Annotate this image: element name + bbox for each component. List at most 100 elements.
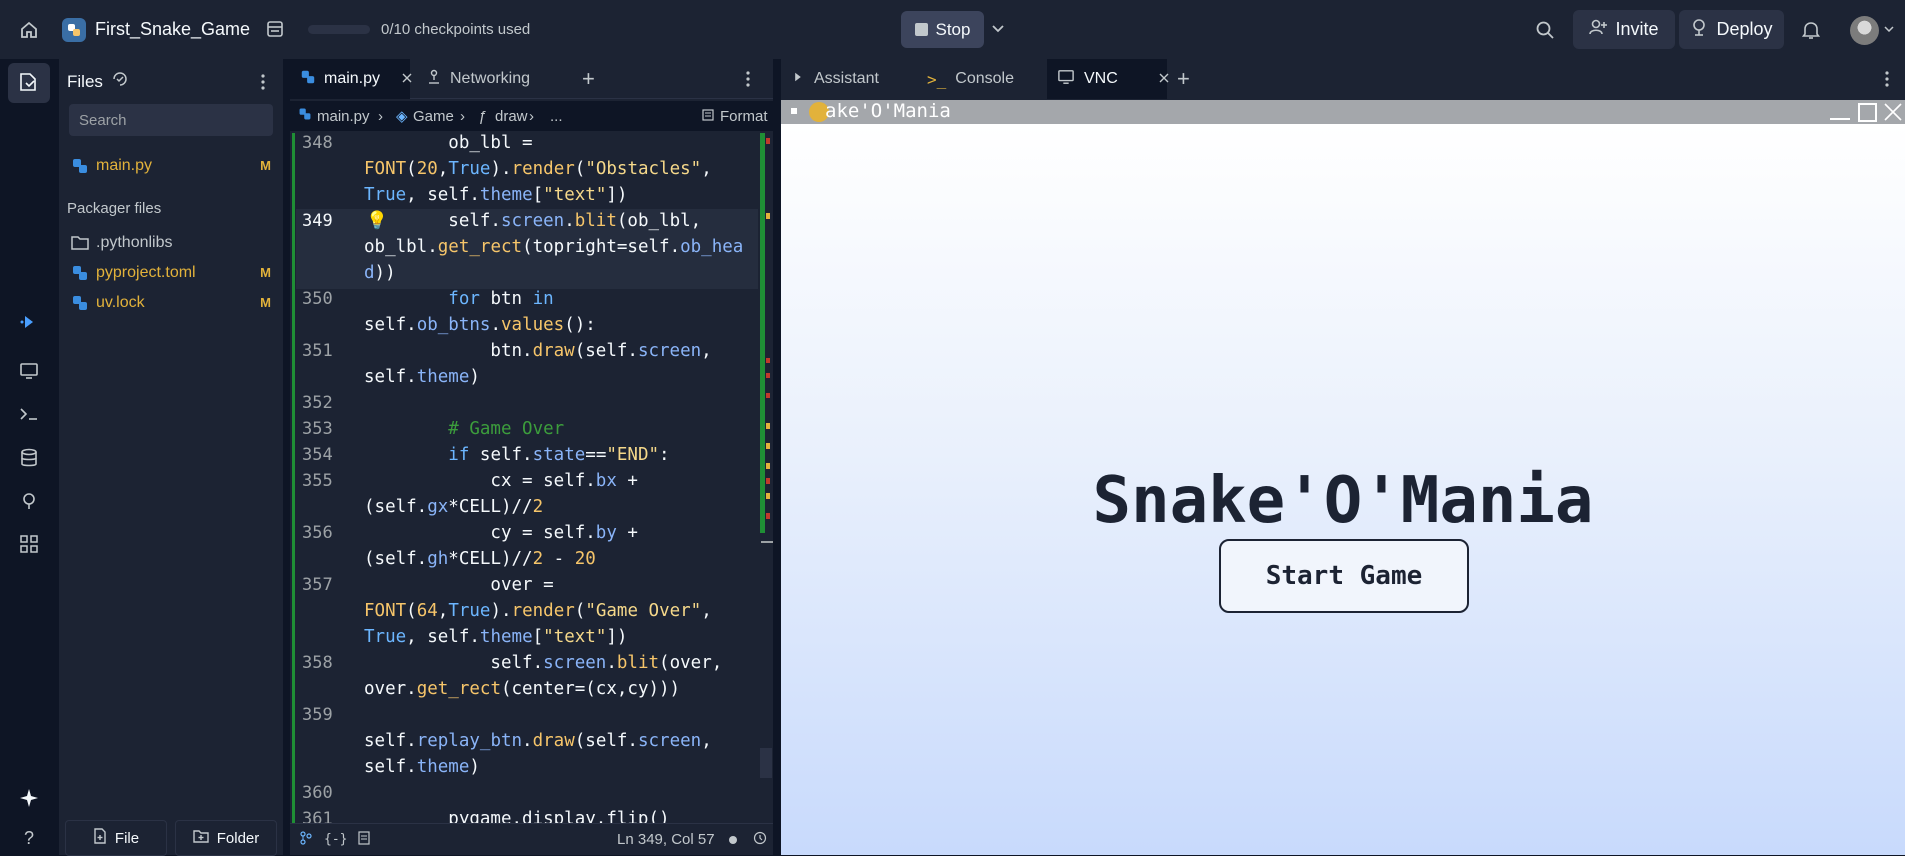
agent-icon[interactable] (14, 307, 44, 337)
line-number: 351 (302, 341, 333, 361)
format-button[interactable]: Format (720, 108, 768, 125)
line-number: 354 (302, 445, 333, 465)
history-icon[interactable] (753, 831, 767, 849)
python-file-icon (300, 69, 316, 90)
new-file-button[interactable]: File (65, 820, 167, 856)
modified-badge: M (260, 265, 271, 280)
file-pane: Files Search main.py M Packager files .p… (59, 59, 283, 856)
invite-button[interactable]: Invite (1573, 10, 1675, 49)
breadcrumb-method[interactable]: draw (495, 108, 528, 125)
tab-main-py[interactable]: main.py (290, 59, 412, 99)
file-name: .pythonlibs (96, 234, 173, 251)
tab-label: Networking (450, 70, 531, 87)
add-tab-icon[interactable]: + (582, 59, 612, 99)
tab-networking[interactable]: Networking (426, 59, 566, 99)
search-input[interactable]: Search (69, 104, 273, 136)
tab-assistant[interactable]: Assistant (789, 59, 917, 99)
file-name: uv.lock (96, 294, 145, 311)
python-file-icon (71, 264, 89, 282)
file-item-main-py[interactable]: main.py M (59, 152, 283, 180)
chevron-down-icon[interactable] (1882, 22, 1896, 36)
files-title: Files (67, 71, 103, 91)
home-icon[interactable] (12, 14, 46, 46)
line-number: 348 (302, 133, 333, 153)
maximize-icon[interactable] (1858, 103, 1877, 122)
braces-icon[interactable]: {-} (324, 832, 347, 847)
editor-tab-bar: main.py Networking + (290, 59, 773, 99)
repl-overview-icon[interactable] (264, 18, 286, 40)
search-icon[interactable] (1531, 18, 1559, 42)
left-rail: ? (0, 59, 57, 855)
checkpoint-count[interactable]: 0/10 checkpoints used (381, 21, 530, 38)
sparkle-icon[interactable] (14, 783, 44, 813)
deployments-icon[interactable] (14, 486, 44, 516)
close-icon[interactable] (402, 70, 412, 88)
add-folder-icon (193, 829, 209, 847)
breadcrumb-file[interactable]: main.py (317, 108, 370, 125)
file-item-pyproject[interactable]: pyproject.toml M (59, 259, 283, 287)
deploy-button[interactable]: Deploy (1679, 10, 1784, 49)
minimize-icon[interactable] (1830, 118, 1850, 120)
game-title: Snake'O'Mania (1092, 464, 1594, 538)
vnc-game-canvas[interactable]: Snake'O'Mania Start Game (781, 124, 1905, 855)
console-icon[interactable] (14, 399, 44, 429)
vnc-window-title: ake'O'Mania (825, 100, 951, 122)
apps-grid-icon[interactable] (14, 529, 44, 559)
start-game-button[interactable]: Start Game (1219, 539, 1469, 613)
top-bar: First_Snake_Game 0/10 checkpoints used S… (0, 0, 1905, 59)
line-number: 360 (302, 783, 333, 803)
tab-console[interactable]: >_ Console (923, 59, 1043, 99)
file-item-uv-lock[interactable]: uv.lock M (59, 289, 283, 317)
avatar[interactable] (1850, 16, 1879, 45)
vnc-window-titlebar[interactable]: ake'O'Mania (781, 100, 1905, 124)
python-logo-icon (62, 18, 86, 42)
tab-label: Assistant (814, 70, 879, 87)
add-user-icon (1589, 18, 1608, 41)
python-file-icon (298, 107, 312, 125)
chevron-down-icon[interactable] (988, 18, 1008, 40)
repl-name[interactable]: First_Snake_Game (95, 19, 250, 40)
packager-section-title: Packager files (67, 200, 162, 217)
breadcrumb-more[interactable]: ... (550, 108, 563, 125)
line-number: 358 (302, 653, 333, 673)
database-icon[interactable] (14, 443, 44, 473)
line-number: 356 (302, 523, 333, 543)
new-folder-button[interactable]: Folder (175, 820, 277, 856)
kebab-menu-icon[interactable] (746, 59, 766, 99)
document-icon[interactable] (358, 830, 370, 849)
line-number: 355 (302, 471, 333, 491)
cursor-position[interactable]: Ln 349, Col 57 (617, 831, 715, 848)
files-icon[interactable] (14, 67, 44, 97)
file-item-pythonlibs[interactable]: .pythonlibs (59, 229, 283, 257)
add-tab-icon[interactable]: + (1177, 59, 1207, 99)
breadcrumb-class[interactable]: Game (413, 108, 454, 125)
stop-button[interactable]: Stop (901, 11, 984, 48)
tab-label: main.py (324, 70, 381, 87)
chevron-right-icon: › (460, 107, 465, 125)
line-number: 350 (302, 289, 333, 309)
folder-icon (71, 234, 89, 252)
breadcrumb: main.py › ◈ Game › ƒ draw › ... Format (290, 101, 773, 131)
tab-label: Console (955, 70, 1014, 87)
code-area[interactable]: 348 ob_lbl = FONT(20,True).render("Obsta… (290, 133, 773, 823)
kebab-menu-icon[interactable] (1885, 59, 1901, 99)
deploy-icon (1690, 18, 1708, 41)
editor-status-bar: {-} Ln 349, Col 57 (290, 823, 773, 855)
bell-icon[interactable] (1798, 17, 1824, 43)
stop-label: Stop (935, 19, 971, 39)
file-btn-label: File (114, 829, 140, 847)
git-icon[interactable] (300, 830, 312, 849)
close-icon[interactable] (1159, 70, 1169, 88)
tab-vnc[interactable]: VNC (1047, 59, 1169, 99)
deploy-label: Deploy (1716, 19, 1773, 39)
monitor-icon[interactable] (14, 356, 44, 386)
line-number: 353 (302, 419, 333, 439)
kebab-menu-icon[interactable] (255, 71, 271, 93)
chevron-right-icon: › (378, 107, 383, 125)
file-name: pyproject.toml (96, 264, 196, 281)
help-icon[interactable]: ? (14, 823, 44, 853)
window-menu-icon[interactable] (791, 108, 797, 114)
line-number: 361 (302, 809, 333, 823)
code-editor-pane: main.py Networking + main.py › ◈ Game › … (290, 59, 773, 855)
scrollbar-minimap[interactable] (759, 133, 773, 823)
